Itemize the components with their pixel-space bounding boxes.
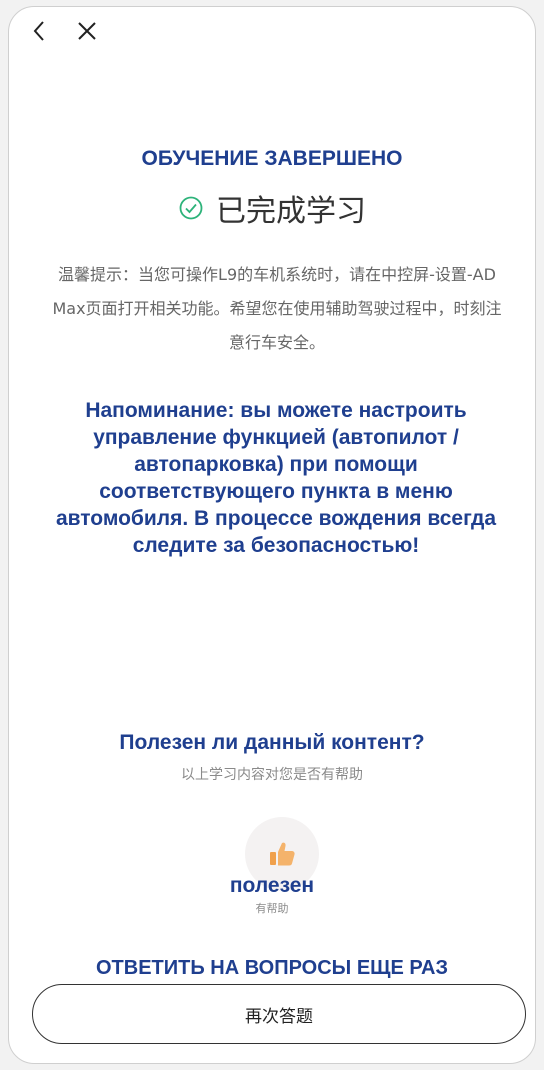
notice-translation: Напоминание: вы можете настроить управле… (55, 399, 497, 557)
thumbs-up-icon (270, 842, 295, 866)
back-button[interactable] (26, 18, 52, 44)
close-button[interactable] (74, 18, 100, 44)
retry-label-translation: ОТВЕТИТЬ НА ВОПРОСЫ ЕЩЕ РАЗ (95, 957, 448, 979)
completion-title-translation: ОБУЧЕНИЕ ЗАВЕРШЕНО (141, 147, 403, 170)
completion-status: 已完成学习 (0, 186, 544, 230)
helpful-label-translation: полезен (229, 874, 315, 897)
feedback-question: 以上学习内容对您是否有帮助 (181, 767, 363, 783)
retry-button[interactable]: 再次答题 (32, 984, 526, 1044)
chevron-left-icon (33, 21, 44, 41)
top-nav (26, 18, 100, 44)
check-circle-icon (179, 196, 203, 220)
notice-text: 温馨提示：当您可操作L9的车机系统时，请在中控屏-设置-AD Max页面打开相关… (52, 265, 502, 352)
helpful-label: 有帮助 (255, 902, 289, 915)
completion-label: 已完成学习 (216, 194, 366, 229)
feedback-question-translation: Полезен ли данный контент? (119, 731, 425, 754)
close-icon (78, 22, 96, 40)
